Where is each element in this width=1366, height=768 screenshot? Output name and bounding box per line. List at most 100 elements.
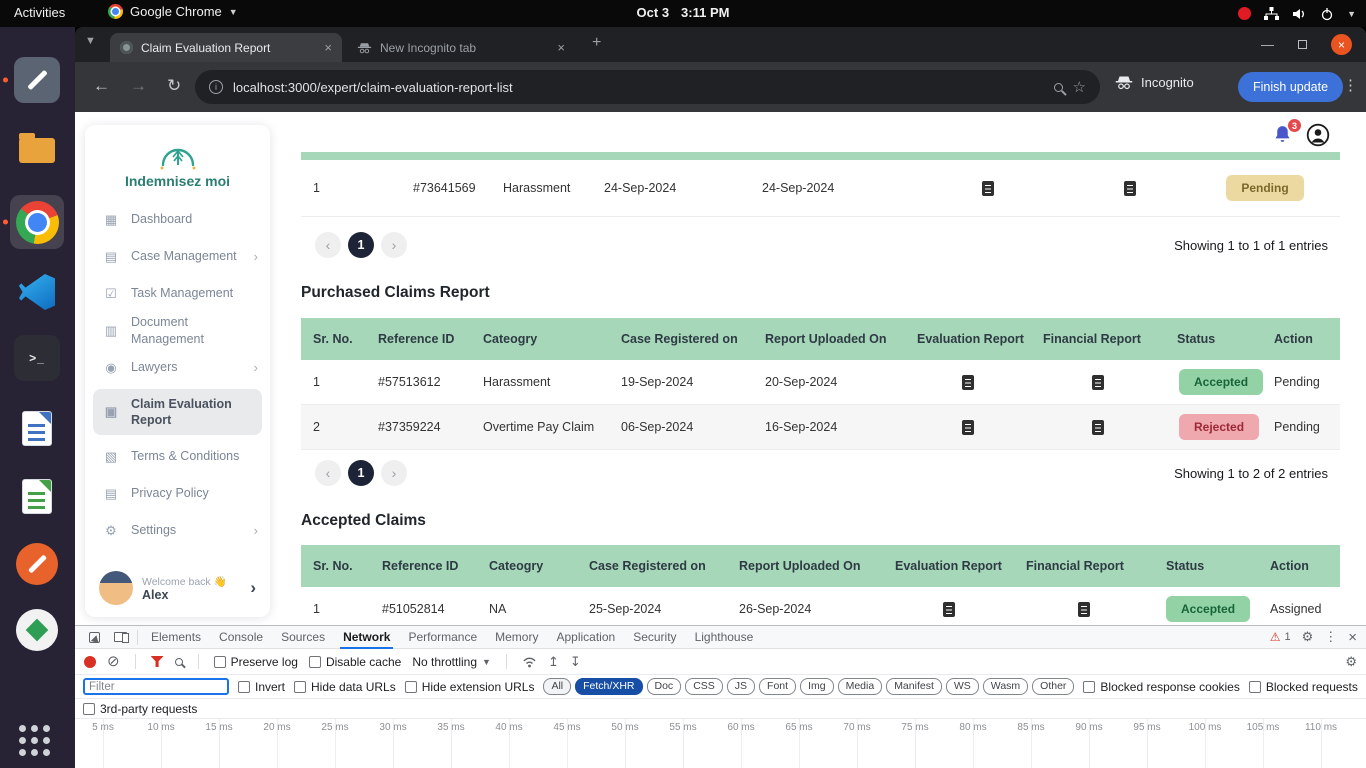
hide-data-urls-checkbox[interactable]: Hide data URLs — [294, 680, 396, 694]
tab-new-incognito[interactable]: New Incognito tab × — [347, 33, 575, 62]
devtools-menu-icon[interactable]: ⋮ — [1324, 629, 1337, 645]
filter-chip-font[interactable]: Font — [759, 677, 797, 696]
filter-chip-all[interactable]: All — [543, 677, 572, 696]
back-icon[interactable]: ← — [93, 76, 110, 96]
hide-extension-urls-checkbox[interactable]: Hide extension URLs — [404, 680, 534, 694]
clear-network-log-icon[interactable]: ⊘ — [107, 654, 120, 669]
preserve-log-checkbox[interactable]: Preserve log — [213, 655, 298, 669]
clock[interactable]: Oct 3 3:11 PM — [637, 5, 730, 20]
dock-item-text-editor[interactable] — [3, 57, 60, 103]
prev-page-button[interactable]: ‹ — [315, 232, 341, 258]
device-toolbar-icon[interactable] — [107, 632, 133, 643]
finish-update-button[interactable]: Finish update — [1238, 72, 1344, 102]
import-har-icon[interactable]: ↥ — [548, 654, 559, 670]
devtools-tab-network[interactable]: Network — [334, 626, 399, 649]
financial-report-doc-icon[interactable] — [1124, 180, 1136, 196]
new-tab-button[interactable]: + — [592, 35, 601, 51]
dock-item-libreoffice-writer[interactable] — [14, 405, 60, 451]
close-icon[interactable]: × — [324, 40, 332, 55]
evaluation-report-doc-icon[interactable] — [942, 601, 955, 617]
devtools-tab-memory[interactable]: Memory — [486, 626, 547, 648]
devtools-tab-sources[interactable]: Sources — [272, 626, 334, 648]
sidebar-item-document-management[interactable]: ▥ Document Management — [85, 312, 270, 349]
inspect-element-icon[interactable] — [81, 631, 107, 643]
sidebar-item-lawyers[interactable]: ◉ Lawyers › — [85, 349, 270, 386]
reload-icon[interactable]: ↻ — [167, 76, 181, 96]
minimize-button[interactable]: — — [1261, 37, 1274, 52]
sidebar-item-privacy-policy[interactable]: ▤ Privacy Policy — [85, 475, 270, 512]
zoom-icon[interactable] — [1053, 82, 1063, 92]
filter-chip-doc[interactable]: Doc — [646, 677, 682, 696]
filter-chip-fetch-xhr[interactable]: Fetch/XHR — [575, 677, 643, 696]
next-page-button[interactable]: › — [381, 460, 407, 486]
dock-item-diamond-app[interactable] — [14, 607, 60, 653]
sidebar-item-claim-evaluation-report[interactable]: ▣ Claim Evaluation Report — [93, 389, 262, 435]
page-number-button[interactable]: 1 — [348, 232, 374, 258]
sidebar-item-task-management[interactable]: ☑ Task Management — [85, 275, 270, 312]
financial-report-doc-icon[interactable] — [1092, 419, 1104, 435]
next-page-button[interactable]: › — [381, 232, 407, 258]
site-info-icon[interactable]: i — [209, 80, 223, 94]
disable-cache-checkbox[interactable]: Disable cache — [308, 655, 401, 669]
network-settings-gear-icon[interactable]: ⚙ — [1345, 654, 1357, 670]
devtools-tab-performance[interactable]: Performance — [399, 626, 486, 648]
devtools-tab-elements[interactable]: Elements — [142, 626, 210, 648]
filter-chip-other[interactable]: Other — [1032, 677, 1075, 696]
export-har-icon[interactable]: ↧ — [570, 654, 581, 670]
devtools-settings-gear-icon[interactable]: ⚙ — [1302, 629, 1314, 645]
throttling-dropdown[interactable]: No throttling ▼ — [412, 655, 491, 669]
third-party-requests-checkbox[interactable]: 3rd-party requests — [83, 702, 197, 716]
devtools-tab-console[interactable]: Console — [210, 626, 272, 648]
activities-button[interactable]: Activities — [14, 5, 65, 20]
network-filter-input[interactable] — [83, 678, 229, 695]
blocked-response-cookies-checkbox[interactable]: Blocked response cookies — [1083, 680, 1240, 694]
evaluation-report-doc-icon[interactable] — [962, 419, 974, 435]
financial-report-doc-icon[interactable] — [1078, 601, 1090, 617]
filter-chip-img[interactable]: Img — [800, 677, 834, 696]
maximize-button[interactable] — [1298, 40, 1307, 49]
sidebar-item-case-management[interactable]: ▤ Case Management › — [85, 238, 270, 275]
filter-chip-manifest[interactable]: Manifest — [886, 677, 942, 696]
page-number-button[interactable]: 1 — [348, 460, 374, 486]
system-tray[interactable]: ▼ — [1238, 0, 1356, 27]
warning-icon[interactable]: ⚠ — [1270, 630, 1281, 644]
dock-item-vscode[interactable] — [14, 269, 60, 315]
network-conditions-icon[interactable] — [522, 655, 537, 668]
dock-item-text-pencil-app[interactable] — [14, 541, 60, 587]
forward-icon[interactable]: → — [130, 76, 147, 96]
devtools-tab-application[interactable]: Application — [547, 626, 624, 648]
devtools-close-icon[interactable]: × — [1348, 629, 1357, 646]
browser-menu-icon[interactable]: ⋮ — [1343, 76, 1358, 94]
evaluation-report-doc-icon[interactable] — [962, 374, 974, 390]
sidebar-item-dashboard[interactable]: ▦ Dashboard — [85, 201, 270, 238]
record-network-log-button[interactable] — [84, 655, 96, 668]
evaluation-report-doc-icon[interactable] — [981, 180, 994, 196]
filter-chip-media[interactable]: Media — [837, 677, 883, 696]
sidebar-item-settings[interactable]: ⚙ Settings › — [85, 512, 270, 549]
dock-item-chrome[interactable] — [3, 195, 64, 249]
filter-chip-js[interactable]: JS — [726, 677, 756, 696]
close-icon[interactable]: × — [557, 40, 565, 55]
tab-claim-evaluation-report[interactable]: Claim Evaluation Report × — [110, 33, 342, 62]
invert-checkbox[interactable]: Invert — [238, 680, 285, 694]
filter-chip-css[interactable]: CSS — [685, 677, 723, 696]
network-timeline-ruler[interactable]: 5 ms 10 ms 15 ms 20 ms 25 ms 30 ms 35 ms 40 ms 4… — [75, 719, 1366, 768]
filter-funnel-icon[interactable] — [150, 656, 164, 667]
dock-item-libreoffice-calc[interactable] — [14, 473, 60, 519]
devtools-tab-lighthouse[interactable]: Lighthouse — [686, 626, 763, 648]
tab-search-icon[interactable]: ▼ — [85, 35, 96, 47]
dock-item-terminal[interactable]: >_ — [14, 335, 60, 381]
close-window-button[interactable]: × — [1331, 34, 1352, 55]
blocked-requests-checkbox[interactable]: Blocked requests — [1248, 680, 1358, 694]
sidebar-user[interactable]: Welcome back 👋 Alex › — [85, 563, 270, 605]
app-menu[interactable]: Google Chrome ▼ — [108, 4, 238, 19]
filter-chip-ws[interactable]: WS — [945, 677, 979, 696]
prev-page-button[interactable]: ‹ — [315, 460, 341, 486]
url-text[interactable]: localhost:3000/expert/claim-evaluation-r… — [233, 80, 1044, 95]
chevron-right-icon[interactable]: › — [250, 578, 256, 598]
devtools-tab-security[interactable]: Security — [624, 626, 685, 648]
sidebar-item-terms-conditions[interactable]: ▧ Terms & Conditions — [85, 438, 270, 475]
bookmark-star-icon[interactable]: ☆ — [1073, 78, 1086, 96]
address-bar[interactable]: i localhost:3000/expert/claim-evaluation… — [195, 70, 1100, 104]
dock-item-files[interactable] — [14, 125, 60, 171]
